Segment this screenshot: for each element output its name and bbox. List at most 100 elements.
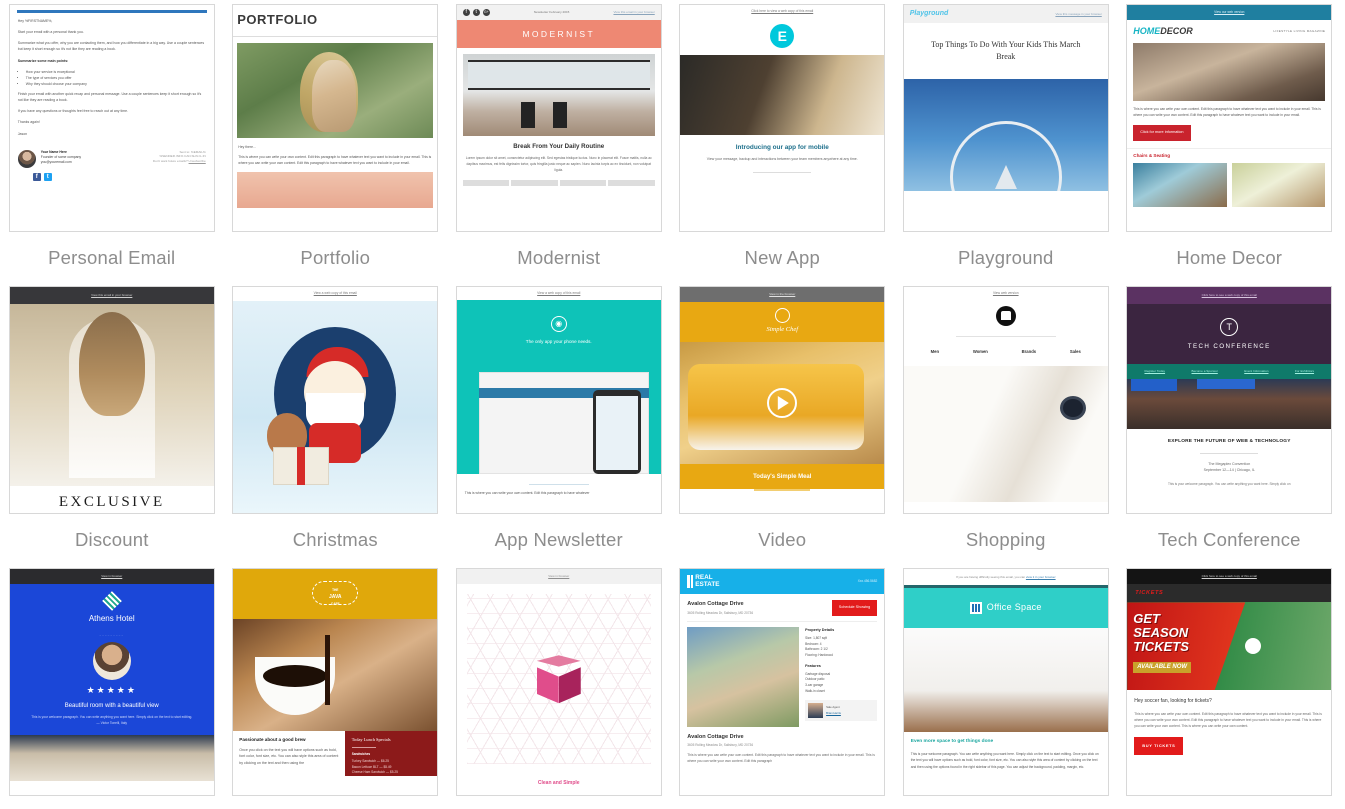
template-thumbnail-tech-conference[interactable]: Click here to see a web copy of this ema… <box>1126 286 1333 514</box>
body-text: Lorem ipsum dolor sit amet, consectetur … <box>465 156 652 172</box>
template-card-christmas[interactable]: View a web copy of this email Christmas <box>224 286 448 568</box>
template-thumbnail-christmas[interactable]: View a web copy of this email <box>232 286 439 514</box>
template-thumbnail-modernist[interactable]: f t G+ Newsletter February 2015 View thi… <box>455 4 662 232</box>
template-card-office-space[interactable]: If you are having difficulty seeing this… <box>894 568 1118 809</box>
view-in-browser-link[interactable]: View this message in your browser <box>1055 12 1101 16</box>
view-in-browser-link[interactable]: View a web copy of this email <box>314 291 357 295</box>
template-thumbnail-tickets[interactable]: Click here to see a web copy of this ema… <box>1126 568 1333 796</box>
facebook-icon[interactable]: f <box>462 9 470 16</box>
view-in-browser-link[interactable]: View in the browser <box>769 292 795 296</box>
view-in-browser-link[interactable]: View in browser <box>101 574 122 578</box>
view-in-browser-link[interactable]: View our web version <box>1214 10 1244 14</box>
cube-icon <box>536 655 581 704</box>
template-card-clean-and-simple[interactable]: View in browser Clean and Simple <box>447 568 671 809</box>
hero-image <box>237 42 434 138</box>
template-thumbnail-video[interactable]: View in the browser Simple Chef Today's … <box>679 286 886 514</box>
nav-item-event-info[interactable]: Event Information <box>1244 369 1268 373</box>
play-triangle-icon[interactable] <box>778 395 790 410</box>
signoff: Thanks again! <box>17 120 40 125</box>
template-card-discount[interactable]: View this email in your browser EXCLUSIV… <box>0 286 224 568</box>
googleplus-icon[interactable]: G+ <box>482 9 490 16</box>
headline: Even more space to get things done <box>910 739 994 745</box>
template-card-shopping[interactable]: View web version Men Women Brands Sales … <box>894 286 1118 568</box>
template-card-tickets[interactable]: Click here to see a web copy of this ema… <box>1118 568 1342 809</box>
view-in-browser-link[interactable]: Click here to view a web copy of this em… <box>751 9 813 13</box>
list-item: Cheese Ham Sandwich — $5.25 <box>351 770 398 775</box>
template-card-app-newsletter[interactable]: View a web copy of this email ◉ The only… <box>447 286 671 568</box>
template-thumbnail-java-cafe[interactable]: THE JAVA CAFE Passionate about a good br… <box>232 568 439 796</box>
view-in-browser-link[interactable]: Click here to see a web copy of this ema… <box>1202 293 1257 297</box>
listing-title: Avalon Cottage Drive <box>687 601 744 608</box>
divider <box>1200 452 1259 454</box>
template-thumbnail-clean-and-simple[interactable]: View in browser Clean and Simple <box>455 568 662 796</box>
view-in-browser-link[interactable]: View a web copy of this email <box>537 291 580 295</box>
twitter-icon[interactable]: t <box>472 9 480 16</box>
template-caption: App Newsletter <box>494 529 623 550</box>
soccer-ball-icon <box>1245 638 1262 655</box>
template-card-modernist[interactable]: f t G+ Newsletter February 2015 View thi… <box>447 4 671 286</box>
signer: Jason <box>17 131 28 136</box>
template-card-tech-conference[interactable]: Click here to see a web copy of this ema… <box>1118 286 1342 568</box>
template-thumbnail-office-space[interactable]: If you are having difficulty seeing this… <box>902 568 1109 796</box>
twitter-icon[interactable]: t <box>43 172 52 181</box>
template-card-java-cafe[interactable]: THE JAVA CAFE Passionate about a good br… <box>224 568 448 809</box>
template-card-athens-hotel[interactable]: View in browser Athens Hotel ~~~~~~~~~ ★… <box>0 568 224 809</box>
template-thumbnail-new-app[interactable]: Click here to view a web copy of this em… <box>679 4 886 232</box>
facebook-icon[interactable]: f <box>32 172 41 181</box>
view-in-browser-link[interactable]: view it in your browser <box>1026 575 1056 579</box>
template-card-new-app[interactable]: Click here to view a web copy of this em… <box>671 4 895 286</box>
hero-line1: GET <box>1133 611 1160 627</box>
nav-item-sponsor[interactable]: Become a Sponsor <box>1192 369 1218 373</box>
headline: Passionate about a good brew <box>239 737 306 742</box>
brand-logo: Simple Chef <box>766 326 799 334</box>
template-card-video[interactable]: View in the browser Simple Chef Today's … <box>671 286 895 568</box>
issue-label: Newsletter February 2015 <box>533 10 570 15</box>
nav-item-sales[interactable]: Sales <box>1070 349 1081 355</box>
template-thumbnail-shopping[interactable]: View web version Men Women Brands Sales <box>902 286 1109 514</box>
view-in-browser-link[interactable]: View this email in your browser <box>613 10 654 14</box>
hero-image <box>233 619 438 731</box>
intro-line: Start your email with a personal thank y… <box>17 30 84 35</box>
template-thumbnail-home-decor[interactable]: View our web version HOMEDECOR LIFESTYLE… <box>1126 4 1333 232</box>
nav-item-women[interactable]: Women <box>973 349 988 355</box>
view-in-browser-link[interactable]: View this email in your browser <box>91 293 132 297</box>
template-card-portfolio[interactable]: PORTFOLIO Hey there... This is where you… <box>224 4 448 286</box>
nav-item-men[interactable]: Men <box>931 349 939 355</box>
hero-image <box>1127 378 1332 429</box>
chef-hat-icon <box>774 308 790 324</box>
template-thumbnail-real-estate[interactable]: REAL ESTATE Xxx.456.5682 Avalon Cottage … <box>679 568 886 796</box>
section-heading: Chairs & Seating <box>1127 147 1332 164</box>
unsub-text: Don't want future emails? <box>152 158 188 163</box>
nav-item-register[interactable]: Register Today <box>1144 369 1165 373</box>
view-in-browser-link[interactable]: Click here to see a web copy of this ema… <box>1202 574 1257 578</box>
schedule-showing-button[interactable]: Schedule Showing <box>831 600 878 616</box>
template-thumbnail-personal-email[interactable]: Hey %FIRSTNAME%, Start your email with a… <box>8 4 215 232</box>
template-thumbnail-playground[interactable]: Playground View this message in your bro… <box>902 4 1109 232</box>
view-in-browser-link[interactable]: View in browser <box>548 574 569 578</box>
nav-item-exhibitors[interactable]: For Exhibitors <box>1295 369 1314 373</box>
template-card-home-decor[interactable]: View our web version HOMEDECOR LIFESTYLE… <box>1118 4 1342 286</box>
listing-title-secondary: Avalon Cottage Drive <box>687 733 744 740</box>
template-card-playground[interactable]: Playground View this message in your bro… <box>894 4 1118 286</box>
unsubscribe-link[interactable]: Unsubscribe <box>189 159 206 163</box>
view-in-browser-link[interactable]: View web version <box>993 291 1019 295</box>
body-text: This is where you can write your own con… <box>238 154 432 166</box>
brand-title: Athens Hotel <box>88 614 135 624</box>
footer-thumbs <box>462 179 655 186</box>
nav-item-brands[interactable]: Brands <box>1022 349 1036 355</box>
template-thumbnail-discount[interactable]: View this email in your browser EXCLUSIV… <box>8 286 215 514</box>
listing-address: 3605 Rolling Meadow Dr, Salisbury, MD 20… <box>687 610 754 615</box>
buy-tickets-button[interactable]: BUY TICKETS <box>1134 736 1184 755</box>
template-thumbnail-app-newsletter[interactable]: View a web copy of this email ◉ The only… <box>455 286 662 514</box>
template-card-personal-email[interactable]: Hey %FIRSTNAME%, Start your email with a… <box>0 4 224 286</box>
template-thumbnail-athens-hotel[interactable]: View in browser Athens Hotel ~~~~~~~~~ ★… <box>8 568 215 796</box>
cta-button[interactable]: Click for more information <box>1133 125 1191 141</box>
property-image <box>687 626 800 727</box>
hero-image <box>680 341 885 464</box>
list-item: Why they should choose your company <box>26 81 206 87</box>
template-thumbnail-portfolio[interactable]: PORTFOLIO Hey there... This is where you… <box>232 4 439 232</box>
body-text: This is where you can write your own con… <box>1133 107 1321 118</box>
template-card-real-estate[interactable]: REAL ESTATE Xxx.456.5682 Avalon Cottage … <box>671 568 895 809</box>
agent-name-link[interactable]: Brian Harris <box>826 711 841 716</box>
headline: Introducing our app for mobile <box>735 143 829 151</box>
